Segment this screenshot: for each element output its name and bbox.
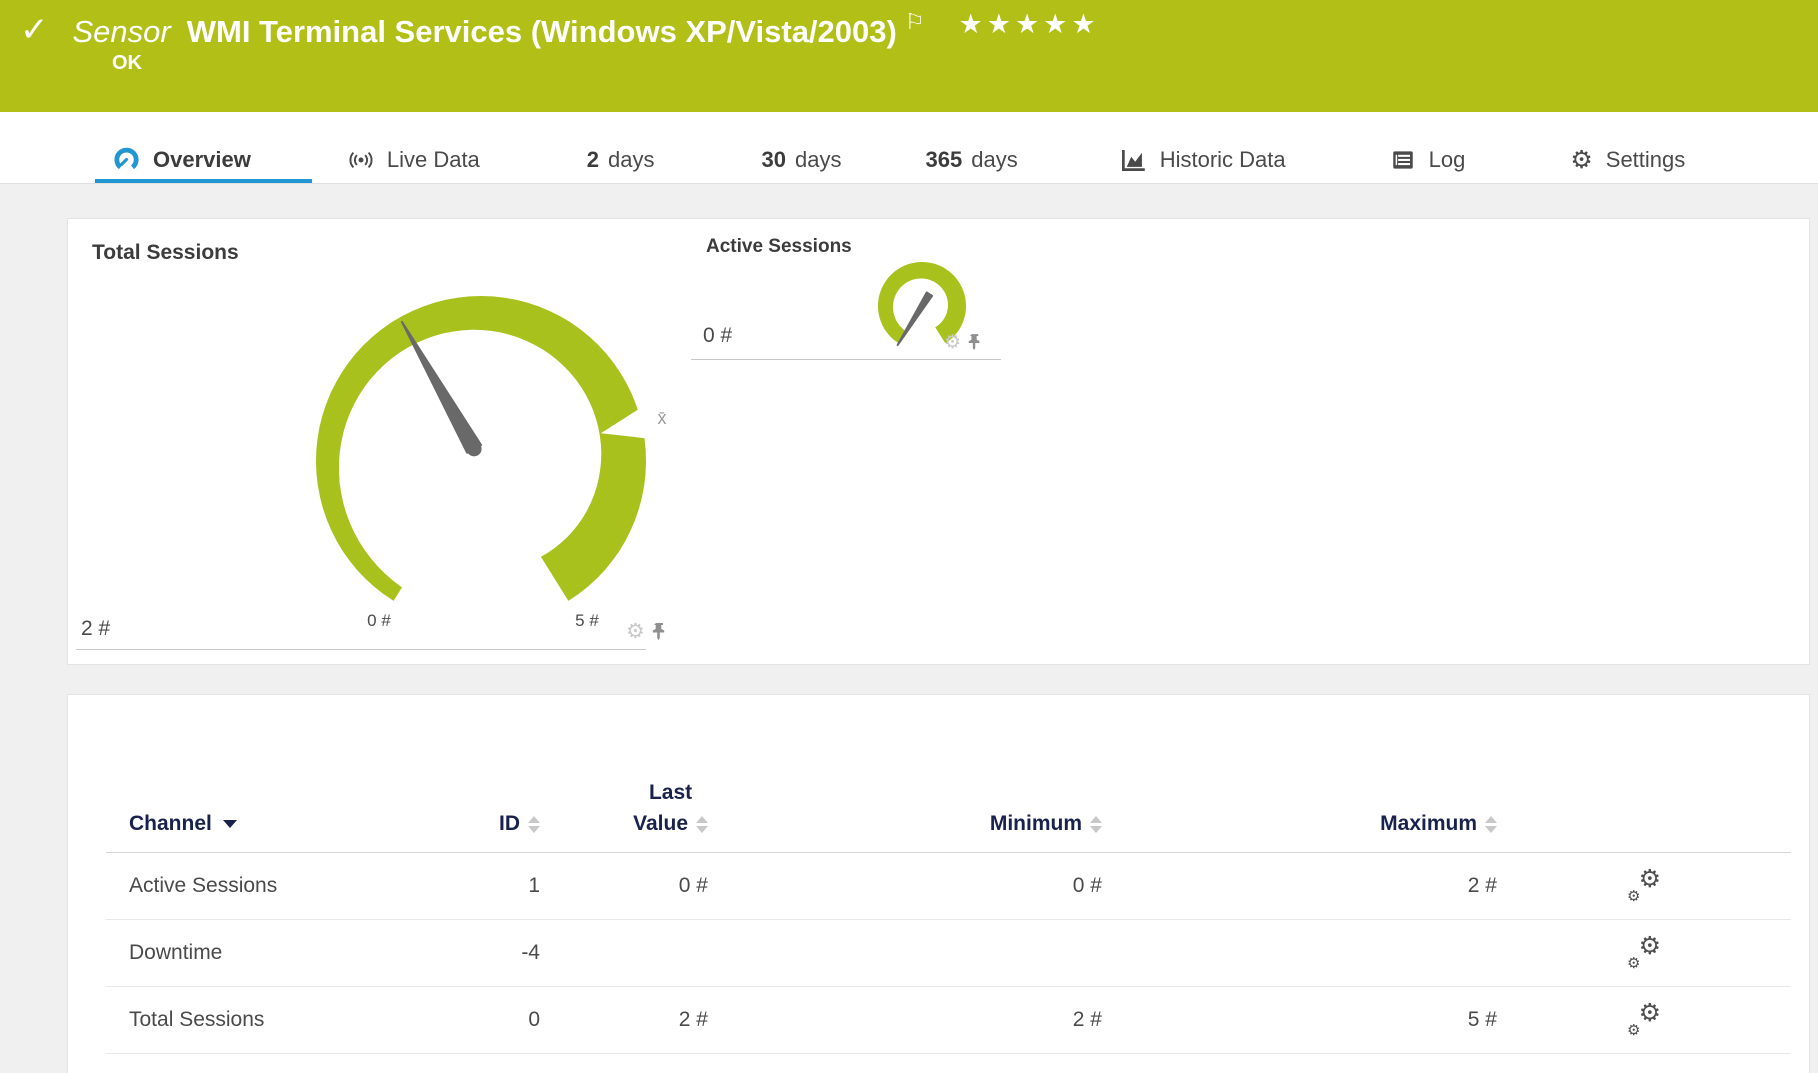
total-sessions-gauge[interactable]: 0 # 5 # x̄ bbox=[291, 271, 671, 636]
flag-icon[interactable]: ⚐ bbox=[905, 12, 925, 34]
tab-label: Log bbox=[1429, 147, 1466, 173]
cell-channel: Downtime bbox=[106, 941, 346, 965]
sort-arrows-icon bbox=[1485, 816, 1497, 833]
gauge-scale-min: 0 # bbox=[367, 611, 391, 630]
cell-minimum: 2 # bbox=[708, 1008, 1102, 1032]
area-chart-icon bbox=[1120, 146, 1147, 173]
column-header-channel[interactable]: Channel bbox=[106, 812, 346, 836]
cell-minimum: 0 # bbox=[708, 874, 1102, 898]
sensor-title: WMI Terminal Services (Windows XP/Vista/… bbox=[187, 10, 897, 54]
channel-settings-gears-icon[interactable]: ⚙⚙ bbox=[1627, 937, 1661, 969]
table-row[interactable]: Downtime -4 ⚙⚙ bbox=[106, 920, 1791, 987]
cell-maximum: 2 # bbox=[1102, 874, 1497, 898]
tab-label: Settings bbox=[1606, 147, 1686, 173]
tab-historic-data[interactable]: Historic Data bbox=[1120, 146, 1286, 173]
gauge-average-marker: x̄ bbox=[658, 408, 667, 428]
sort-arrows-icon bbox=[1090, 816, 1102, 833]
column-header-last-value[interactable]: Last Value bbox=[540, 781, 708, 836]
cell-id: 1 bbox=[346, 874, 540, 898]
tab-label: Overview bbox=[153, 147, 251, 173]
tab-30-days[interactable]: 30 days bbox=[762, 147, 842, 173]
sensor-type-label: Sensor bbox=[73, 10, 171, 54]
tab-overview[interactable]: Overview bbox=[113, 146, 251, 173]
log-list-icon bbox=[1390, 147, 1416, 173]
total-sessions-value: 2 # bbox=[81, 617, 110, 641]
tab-label: days bbox=[971, 147, 1017, 173]
channel-settings-gears-icon[interactable]: ⚙⚙ bbox=[1627, 1004, 1661, 1036]
cell-channel: Active Sessions bbox=[106, 874, 346, 898]
cell-maximum: 5 # bbox=[1102, 1008, 1497, 1032]
tab-live-data[interactable]: Live Data bbox=[348, 147, 480, 173]
status-badge: OK bbox=[112, 52, 142, 75]
live-data-icon bbox=[348, 147, 374, 173]
gear-icon[interactable]: ⚙ bbox=[944, 333, 961, 352]
tab-label: days bbox=[608, 147, 654, 173]
cell-last-value: 2 # bbox=[540, 1008, 708, 1032]
priority-stars[interactable]: ★★★★★ bbox=[959, 10, 1100, 40]
active-tab-underline bbox=[95, 179, 312, 183]
cell-id: -4 bbox=[346, 941, 540, 965]
tab-number: 365 bbox=[926, 147, 963, 173]
sensor-header: ✓ Sensor WMI Terminal Services (Windows … bbox=[0, 0, 1818, 112]
gauge-scale-max: 5 # bbox=[575, 611, 599, 630]
gauge-title-active-sessions: Active Sessions bbox=[706, 236, 852, 258]
gear-icon: ⚙ bbox=[1570, 147, 1592, 172]
cell-channel: Total Sessions bbox=[106, 1008, 346, 1032]
column-header-maximum[interactable]: Maximum bbox=[1102, 812, 1497, 836]
channels-panel: Channel ID Last Value bbox=[67, 694, 1810, 1073]
tab-label: Historic Data bbox=[1160, 147, 1286, 173]
table-row[interactable]: Total Sessions 0 2 # 2 # 5 # ⚙⚙ bbox=[106, 987, 1791, 1054]
gauge-icon bbox=[113, 146, 140, 173]
divider bbox=[76, 649, 646, 650]
gear-icon[interactable]: ⚙ bbox=[626, 621, 645, 642]
column-header-minimum[interactable]: Minimum bbox=[708, 812, 1102, 836]
sort-caret-down-icon bbox=[223, 820, 237, 828]
cell-last-value: 0 # bbox=[540, 874, 708, 898]
sort-arrows-icon bbox=[528, 816, 540, 833]
tab-bar: Overview Live Data 2 days bbox=[0, 112, 1818, 184]
tab-label: days bbox=[795, 147, 841, 173]
column-header-id[interactable]: ID bbox=[346, 812, 540, 836]
channel-settings-gears-icon[interactable]: ⚙⚙ bbox=[1627, 870, 1661, 902]
table-header-row: Channel ID Last Value bbox=[106, 695, 1791, 853]
tab-settings[interactable]: ⚙ Settings bbox=[1570, 147, 1685, 173]
tab-label: Live Data bbox=[387, 147, 480, 173]
active-sessions-value: 0 # bbox=[703, 324, 732, 348]
table-row[interactable]: Active Sessions 1 0 # 0 # 2 # ⚙⚙ bbox=[106, 853, 1791, 920]
pin-icon[interactable] bbox=[968, 334, 982, 351]
tab-number: 2 bbox=[587, 147, 599, 173]
gauges-panel: Total Sessions 0 # 5 # x̄ 2 # ⚙ Active S… bbox=[67, 218, 1810, 665]
sensor-overview-page: ✓ Sensor WMI Terminal Services (Windows … bbox=[0, 0, 1818, 1073]
cell-id: 0 bbox=[346, 1008, 540, 1032]
sort-arrows-icon bbox=[696, 816, 708, 833]
tab-log[interactable]: Log bbox=[1390, 147, 1466, 173]
tab-number: 30 bbox=[762, 147, 786, 173]
pin-icon[interactable] bbox=[652, 623, 667, 641]
tab-2-days[interactable]: 2 days bbox=[587, 147, 655, 173]
status-check-icon: ✓ bbox=[20, 10, 49, 50]
channel-table: Channel ID Last Value bbox=[106, 695, 1791, 1054]
divider bbox=[691, 359, 1001, 360]
tab-365-days[interactable]: 365 days bbox=[926, 147, 1018, 173]
gauge-title-total-sessions: Total Sessions bbox=[92, 241, 239, 265]
